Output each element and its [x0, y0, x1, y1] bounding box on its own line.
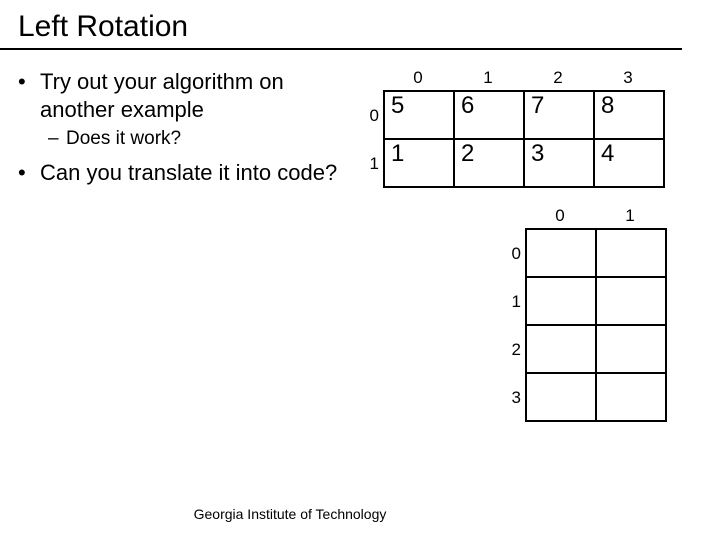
grid-cell: 8 — [594, 91, 664, 139]
grid1-col-label: 1 — [453, 68, 523, 88]
grid-cell — [596, 229, 666, 277]
grid2-row-label: 2 — [507, 340, 521, 360]
grid1-col-label: 0 — [383, 68, 453, 88]
bullet-list: • Try out your algorithm on another exam… — [18, 68, 343, 190]
grid2-table — [525, 228, 667, 422]
table-row — [526, 277, 666, 325]
bullet-item: • Can you translate it into code? — [18, 159, 343, 187]
table-row: 5 6 7 8 — [384, 91, 664, 139]
grid-cell — [526, 229, 596, 277]
grid-cell — [526, 277, 596, 325]
grid-cell: 3 — [524, 139, 594, 187]
grid-cell: 6 — [454, 91, 524, 139]
grid1-col-label: 2 — [523, 68, 593, 88]
bullet-text: Can you translate it into code? — [40, 159, 337, 187]
bullet-dot-icon: • — [18, 68, 40, 123]
grid1-col-label: 3 — [593, 68, 663, 88]
sub-bullet-item: – Does it work? — [48, 127, 343, 151]
slide-content: • Try out your algorithm on another exam… — [0, 50, 720, 190]
grid-cell: 5 — [384, 91, 454, 139]
table-row: 1 2 3 4 — [384, 139, 664, 187]
grid2-row-label: 1 — [507, 292, 521, 312]
grid-cell: 2 — [454, 139, 524, 187]
sub-bullet-text: Does it work? — [66, 127, 181, 151]
grid2-row-label: 3 — [507, 388, 521, 408]
grid-cell — [526, 373, 596, 421]
bullet-text: Try out your algorithm on another exampl… — [40, 68, 343, 123]
footer-text: Georgia Institute of Technology — [0, 506, 650, 522]
table-row — [526, 325, 666, 373]
grid-cell — [596, 325, 666, 373]
grids-area: 0 1 2 3 0 1 5 6 7 8 1 2 3 4 0 1 0 1 2 3 — [343, 68, 703, 190]
grid-cell — [596, 277, 666, 325]
grid2-col-label: 0 — [525, 206, 595, 226]
grid-cell: 7 — [524, 91, 594, 139]
grid-cell: 4 — [594, 139, 664, 187]
slide-title: Left Rotation — [0, 0, 682, 50]
grid-cell — [526, 325, 596, 373]
dash-icon: – — [48, 127, 66, 151]
grid1-table: 5 6 7 8 1 2 3 4 — [383, 90, 665, 188]
grid-cell — [596, 373, 666, 421]
grid1-row-label: 1 — [365, 154, 379, 174]
grid2-row-label: 0 — [507, 244, 521, 264]
grid2-col-label: 1 — [595, 206, 665, 226]
grid1-row-label: 0 — [365, 106, 379, 126]
bullet-dot-icon: • — [18, 159, 40, 187]
grid-cell: 1 — [384, 139, 454, 187]
table-row — [526, 229, 666, 277]
bullet-item: • Try out your algorithm on another exam… — [18, 68, 343, 123]
table-row — [526, 373, 666, 421]
